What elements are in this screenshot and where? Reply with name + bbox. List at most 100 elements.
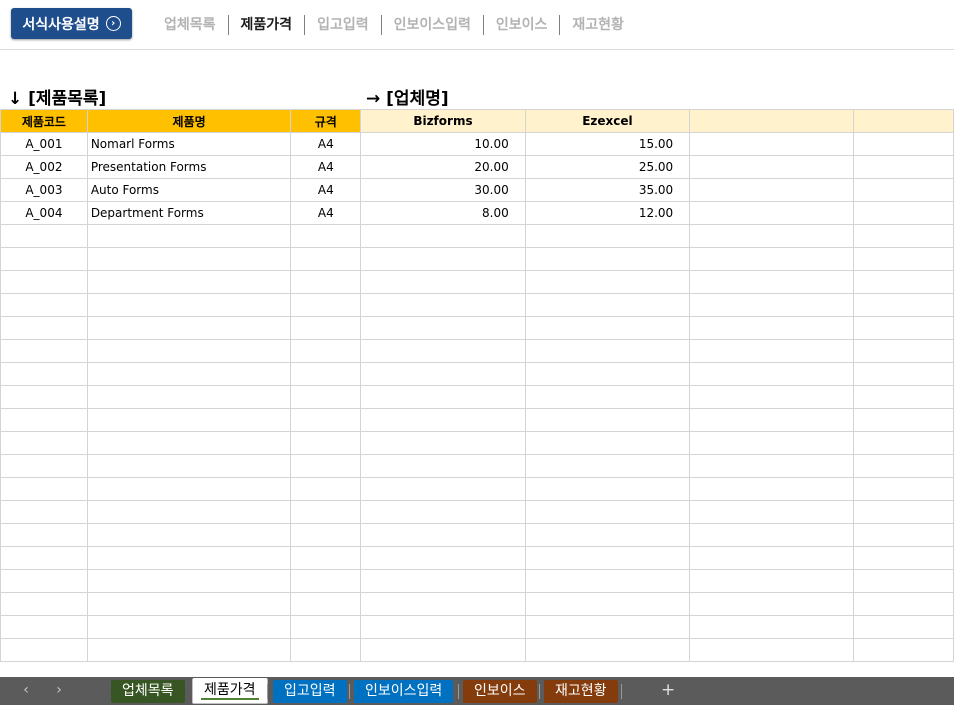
cell-empty[interactable] xyxy=(689,155,855,179)
header-product-name[interactable]: 제품명 xyxy=(86,109,292,133)
chevron-left-icon[interactable]: ‹ xyxy=(18,682,34,698)
cell-empty[interactable] xyxy=(853,201,954,225)
cell-empty[interactable] xyxy=(689,293,855,317)
cell-empty[interactable] xyxy=(689,638,855,662)
cell-empty[interactable] xyxy=(524,224,691,248)
cell-empty[interactable] xyxy=(86,293,292,317)
cell-empty[interactable] xyxy=(290,247,362,271)
cell-empty[interactable] xyxy=(86,270,292,294)
cell-empty[interactable] xyxy=(524,638,691,662)
cell-empty[interactable] xyxy=(290,569,362,593)
cell-spec[interactable]: A4 xyxy=(290,201,362,225)
cell-empty[interactable] xyxy=(524,270,691,294)
cell-product-name[interactable]: Nomarl Forms xyxy=(86,132,292,156)
cell-empty[interactable] xyxy=(0,615,88,639)
tab-vendor-list[interactable]: 업체목록 xyxy=(111,680,185,703)
cell-empty[interactable] xyxy=(689,339,855,363)
cell-empty[interactable] xyxy=(0,247,88,271)
cell-empty[interactable] xyxy=(524,523,691,547)
cell-empty[interactable] xyxy=(86,638,292,662)
header-vendor-ezexcel[interactable]: Ezexcel xyxy=(524,109,691,133)
cell-empty[interactable] xyxy=(524,408,691,432)
chevron-right-icon[interactable]: › xyxy=(51,682,67,698)
cell-empty[interactable] xyxy=(853,385,954,409)
cell-spec[interactable]: A4 xyxy=(290,155,362,179)
cell-empty[interactable] xyxy=(853,638,954,662)
cell-empty[interactable] xyxy=(853,500,954,524)
cell-empty[interactable] xyxy=(360,293,526,317)
cell-empty[interactable] xyxy=(290,477,362,501)
cell-empty[interactable] xyxy=(0,523,88,547)
nav-inventory-status[interactable]: 재고현황 xyxy=(559,15,636,35)
cell-empty[interactable] xyxy=(524,362,691,386)
plus-icon[interactable]: + xyxy=(661,680,675,700)
cell-empty[interactable] xyxy=(360,316,526,340)
cell-empty[interactable] xyxy=(86,592,292,616)
cell-empty[interactable] xyxy=(689,569,855,593)
cell-empty[interactable] xyxy=(290,638,362,662)
cell-empty[interactable] xyxy=(86,431,292,455)
cell-empty[interactable] xyxy=(689,523,855,547)
cell-empty[interactable] xyxy=(853,132,954,156)
cell-empty[interactable] xyxy=(0,638,88,662)
cell-empty[interactable] xyxy=(0,339,88,363)
nav-stock-in-entry[interactable]: 입고입력 xyxy=(304,15,381,35)
cell-empty[interactable] xyxy=(290,224,362,248)
cell-empty[interactable] xyxy=(853,339,954,363)
cell-empty[interactable] xyxy=(689,178,855,202)
cell-price-bizforms[interactable]: 30.00 xyxy=(360,178,526,202)
cell-empty[interactable] xyxy=(290,362,362,386)
cell-empty[interactable] xyxy=(290,408,362,432)
cell-empty[interactable] xyxy=(360,569,526,593)
tab-invoice[interactable]: 인보이스 xyxy=(463,680,537,703)
cell-empty[interactable] xyxy=(290,316,362,340)
cell-empty[interactable] xyxy=(290,385,362,409)
cell-empty[interactable] xyxy=(689,362,855,386)
cell-empty[interactable] xyxy=(524,431,691,455)
cell-empty[interactable] xyxy=(360,385,526,409)
cell-empty[interactable] xyxy=(689,316,855,340)
cell-empty[interactable] xyxy=(689,546,855,570)
cell-empty[interactable] xyxy=(290,523,362,547)
header-spec[interactable]: 규격 xyxy=(290,109,362,133)
cell-empty[interactable] xyxy=(689,500,855,524)
header-product-code[interactable]: 제품코드 xyxy=(0,109,88,133)
cell-empty[interactable] xyxy=(290,592,362,616)
cell-empty[interactable] xyxy=(86,224,292,248)
cell-empty[interactable] xyxy=(853,316,954,340)
cell-empty[interactable] xyxy=(853,431,954,455)
cell-empty[interactable] xyxy=(360,638,526,662)
cell-empty[interactable] xyxy=(86,408,292,432)
cell-empty[interactable] xyxy=(524,247,691,271)
cell-price-ezexcel[interactable]: 35.00 xyxy=(524,178,691,202)
cell-price-ezexcel[interactable]: 25.00 xyxy=(524,155,691,179)
cell-empty[interactable] xyxy=(86,523,292,547)
header-vendor-bizforms[interactable]: Bizforms xyxy=(360,109,526,133)
cell-empty[interactable] xyxy=(0,477,88,501)
cell-empty[interactable] xyxy=(360,431,526,455)
cell-price-bizforms[interactable]: 20.00 xyxy=(360,155,526,179)
cell-empty[interactable] xyxy=(689,431,855,455)
cell-product-name[interactable]: Department Forms xyxy=(86,201,292,225)
cell-empty[interactable] xyxy=(524,592,691,616)
cell-empty[interactable] xyxy=(853,362,954,386)
cell-empty[interactable] xyxy=(86,385,292,409)
cell-empty[interactable] xyxy=(290,454,362,478)
cell-empty[interactable] xyxy=(86,454,292,478)
cell-empty[interactable] xyxy=(689,224,855,248)
cell-empty[interactable] xyxy=(290,431,362,455)
tab-invoice-entry[interactable]: 인보이스입력 xyxy=(354,680,454,703)
cell-empty[interactable] xyxy=(360,546,526,570)
cell-product-code[interactable]: A_004 xyxy=(0,201,88,225)
cell-empty[interactable] xyxy=(524,615,691,639)
cell-empty[interactable] xyxy=(853,546,954,570)
cell-empty[interactable] xyxy=(86,500,292,524)
cell-product-name[interactable]: Presentation Forms xyxy=(86,155,292,179)
cell-empty[interactable] xyxy=(0,569,88,593)
cell-empty[interactable] xyxy=(360,362,526,386)
cell-empty[interactable] xyxy=(524,293,691,317)
header-vendor-empty[interactable] xyxy=(853,109,954,133)
cell-product-code[interactable]: A_001 xyxy=(0,132,88,156)
cell-empty[interactable] xyxy=(853,569,954,593)
tab-inventory-status[interactable]: 재고현황 xyxy=(544,680,618,703)
